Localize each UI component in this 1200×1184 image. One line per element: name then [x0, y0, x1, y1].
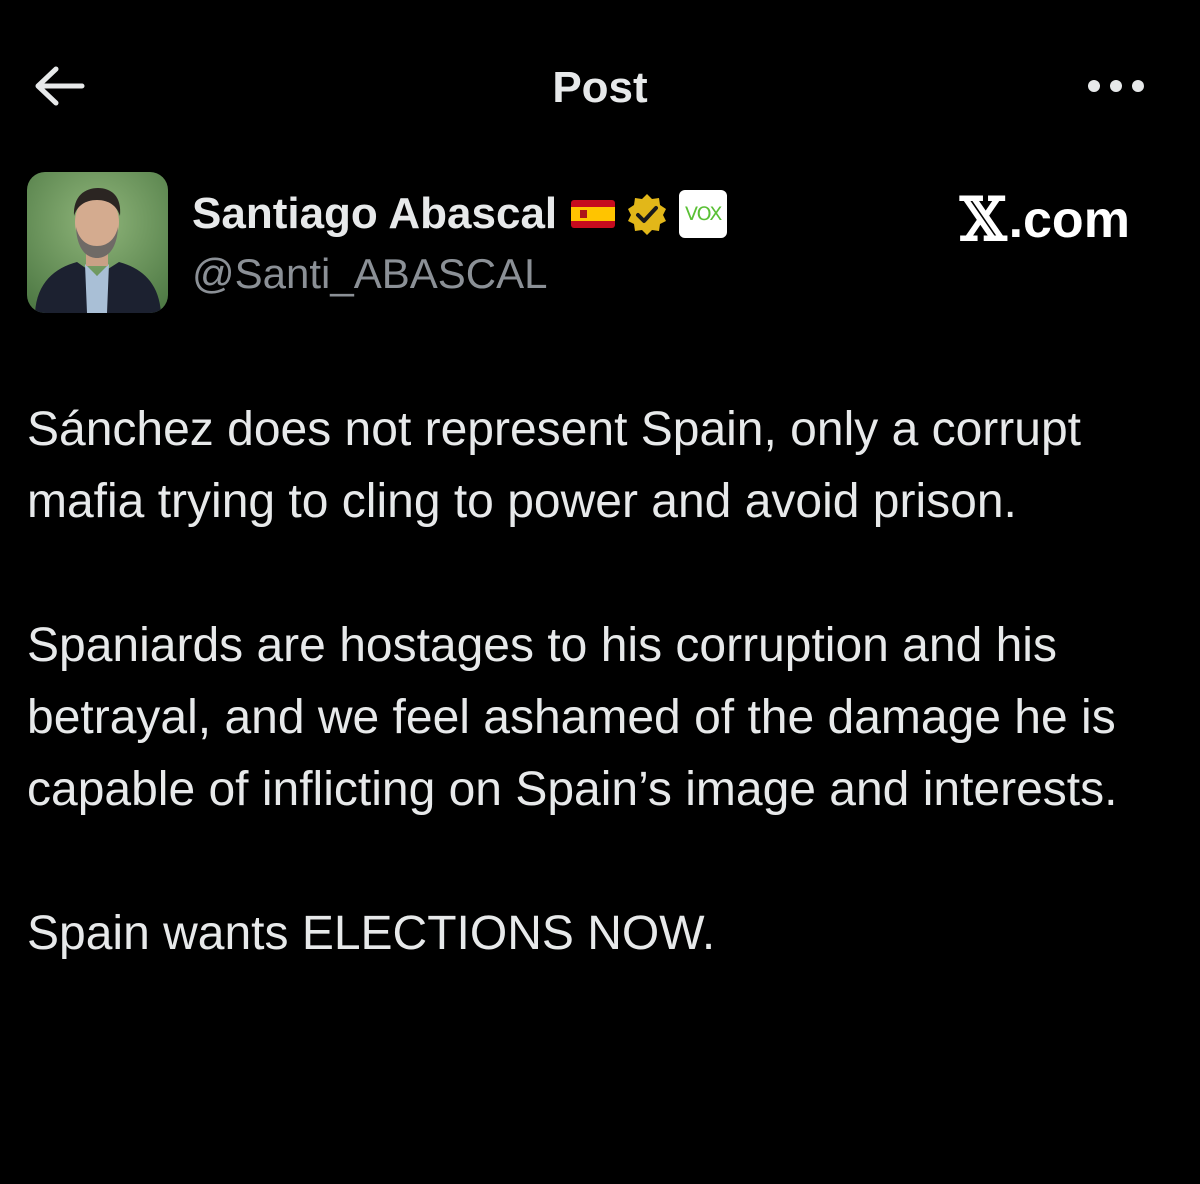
author-handle[interactable]: @Santi_ABASCAL [192, 248, 547, 300]
author-display-name[interactable]: Santiago Abascal [192, 186, 557, 242]
x-logo-icon: 𝕏 [960, 185, 1007, 255]
tweet-text: Sánchez does not represent Spain, only a… [27, 394, 1177, 970]
spain-flag-icon [571, 200, 616, 228]
x-com-watermark: 𝕏 .com [960, 190, 1130, 250]
page-title: Post [552, 63, 648, 112]
avatar[interactable] [27, 172, 168, 313]
top-bar: Post [0, 0, 1200, 175]
more-options-button[interactable] [1080, 60, 1152, 116]
author-name-row: Santiago Abascal VOX [192, 184, 728, 244]
arrow-left-icon [34, 66, 86, 111]
verified-badge-icon[interactable] [625, 192, 669, 236]
more-horizontal-icon [1086, 78, 1146, 99]
back-button[interactable] [28, 60, 92, 116]
tweet-paragraph: Sánchez does not represent Spain, only a… [27, 403, 1081, 528]
post-author: Santiago Abascal VOX @Santi_ABASCAL 𝕏 .c… [0, 170, 1200, 320]
vox-affiliation-badge[interactable]: VOX [679, 190, 728, 238]
tweet-paragraph: Spain wants ELECTIONS NOW. [27, 907, 716, 960]
tweet-paragraph: Spaniards are hostages to his corruption… [27, 619, 1118, 816]
brand-domain-text: .com [1008, 191, 1130, 249]
